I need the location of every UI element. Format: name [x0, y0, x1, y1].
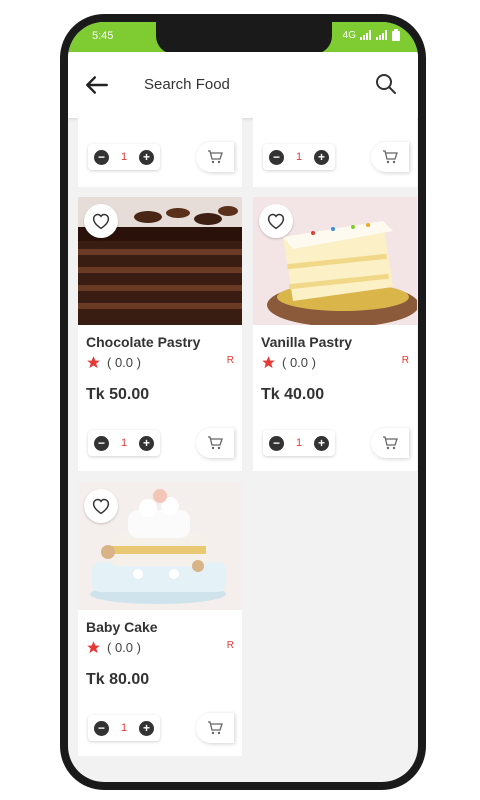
plus-button[interactable]: + [139, 149, 154, 165]
app-screen: 5:45 4G Search Food − 1 + − 1 + Chocolat… [68, 22, 418, 782]
heart-icon [267, 213, 285, 230]
restaurant-tag: R [226, 640, 234, 651]
quantity-stepper: − 1 + [88, 430, 160, 456]
product-card-partial-1: − 1 + [78, 118, 242, 187]
add-to-cart-button[interactable] [196, 713, 234, 743]
star-icon [87, 641, 100, 654]
app-bar: Search Food [68, 52, 418, 118]
cart-icon [383, 436, 398, 450]
add-to-cart-button[interactable] [196, 428, 234, 458]
search-icon[interactable] [374, 72, 398, 96]
signal-icon [360, 30, 371, 40]
quantity-value: 1 [120, 722, 128, 734]
product-card-partial-2: − 1 + [253, 118, 417, 187]
product-card-baby-cake[interactable]: Baby Cake ( 0.0 ) R Tk 80.00 − 1 + [78, 482, 242, 756]
minus-button[interactable]: − [269, 435, 284, 451]
rating-value: ( 0.0 ) [282, 355, 316, 370]
signal-icon-2 [376, 30, 387, 40]
quantity-value: 1 [295, 151, 303, 163]
cart-icon [383, 150, 398, 164]
product-rating: ( 0.0 ) [86, 640, 141, 655]
cart-icon [208, 150, 223, 164]
product-card-vanilla-pastry[interactable]: Vanilla Pastry ( 0.0 ) R Tk 40.00 − 1 + [253, 197, 417, 471]
product-name: Chocolate Pastry [86, 334, 201, 350]
product-rating: ( 0.0 ) [86, 355, 141, 370]
search-food-field[interactable]: Search Food [144, 76, 230, 93]
product-price: Tk 80.00 [86, 671, 150, 688]
back-arrow-icon[interactable] [84, 72, 110, 98]
plus-button[interactable]: + [139, 435, 154, 451]
quantity-value: 1 [120, 151, 128, 163]
product-card-chocolate-pastry[interactable]: Chocolate Pastry ( 0.0 ) R Tk 50.00 − 1 … [78, 197, 242, 471]
quantity-stepper: − 1 + [263, 430, 335, 456]
star-icon [87, 356, 100, 369]
minus-button[interactable]: − [269, 149, 284, 165]
quantity-stepper: − 1 + [88, 715, 160, 741]
quantity-value: 1 [295, 437, 303, 449]
star-icon [262, 356, 275, 369]
product-image [78, 197, 242, 325]
quantity-value: 1 [120, 437, 128, 449]
favorite-button[interactable] [259, 204, 293, 238]
battery-icon [392, 29, 400, 41]
product-image [78, 482, 242, 610]
rating-value: ( 0.0 ) [107, 355, 141, 370]
product-name: Baby Cake [86, 619, 158, 635]
minus-button[interactable]: − [94, 149, 109, 165]
heart-icon [92, 498, 110, 515]
favorite-button[interactable] [84, 489, 118, 523]
quantity-stepper: − 1 + [263, 144, 335, 170]
minus-button[interactable]: − [94, 720, 109, 736]
product-image [253, 197, 417, 325]
product-rating: ( 0.0 ) [261, 355, 316, 370]
add-to-cart-button[interactable] [196, 142, 234, 172]
restaurant-tag: R [226, 355, 234, 366]
product-price: Tk 50.00 [86, 386, 150, 403]
cart-icon [208, 721, 223, 735]
quantity-stepper: − 1 + [88, 144, 160, 170]
network-label: 4G [342, 29, 356, 41]
product-price: Tk 40.00 [261, 386, 325, 403]
plus-button[interactable]: + [139, 720, 154, 736]
status-icons: 4G [343, 29, 400, 41]
rating-value: ( 0.0 ) [107, 640, 141, 655]
favorite-button[interactable] [84, 204, 118, 238]
status-time: 5:45 [92, 30, 114, 42]
camera-notch [156, 22, 332, 54]
plus-button[interactable]: + [314, 435, 329, 451]
heart-icon [92, 213, 110, 230]
add-to-cart-button[interactable] [371, 142, 409, 172]
cart-icon [208, 436, 223, 450]
restaurant-tag: R [401, 355, 409, 366]
minus-button[interactable]: − [94, 435, 109, 451]
product-name: Vanilla Pastry [261, 334, 353, 350]
add-to-cart-button[interactable] [371, 428, 409, 458]
plus-button[interactable]: + [314, 149, 329, 165]
